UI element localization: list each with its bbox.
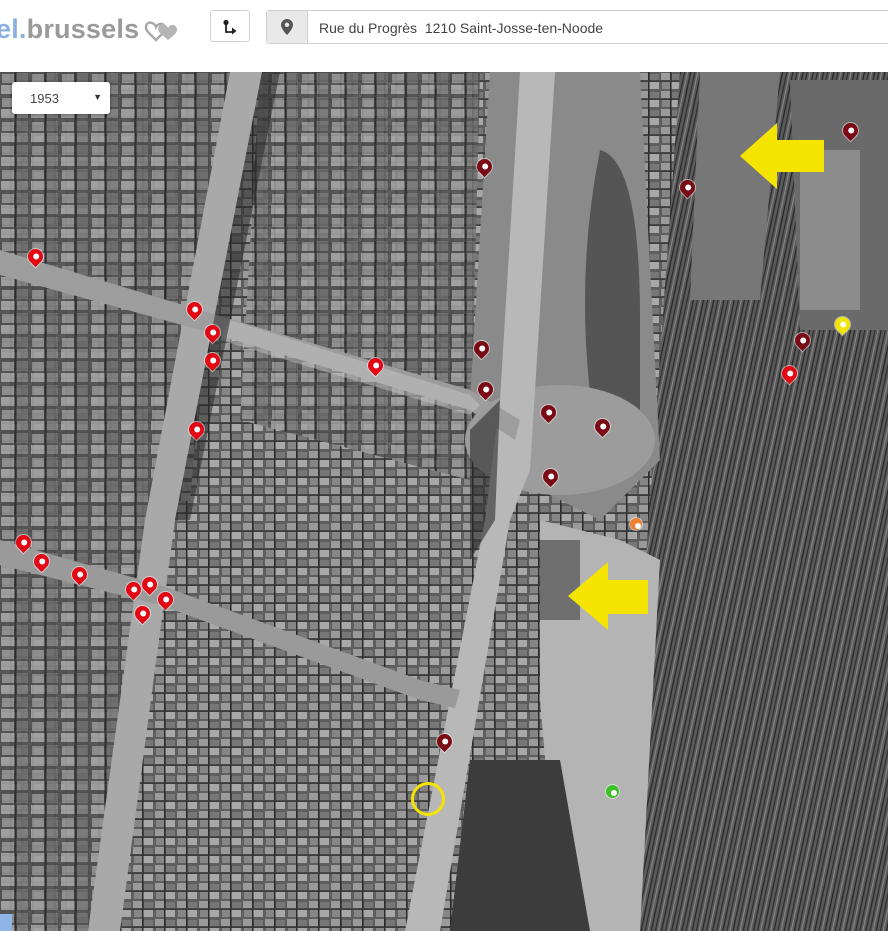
map-marker-orange[interactable] xyxy=(630,518,642,530)
map-marker-green[interactable] xyxy=(606,785,619,798)
logo-name: brussels xyxy=(26,14,140,44)
locate-button[interactable] xyxy=(267,11,308,43)
route-button[interactable] xyxy=(210,10,250,42)
caret-down-icon: ▼ xyxy=(93,92,102,102)
arrow-left-icon xyxy=(568,562,648,630)
arrow-left-icon xyxy=(740,123,824,189)
heart-logo-icon xyxy=(144,21,177,42)
map-pin-icon xyxy=(281,19,293,35)
map-control-square[interactable] xyxy=(0,914,12,931)
address-search xyxy=(266,10,888,44)
year-select[interactable]: 1953 ▼ xyxy=(12,82,110,114)
logo-prefix: el xyxy=(0,14,19,44)
route-icon xyxy=(223,19,237,35)
location-highlight-circle xyxy=(411,782,445,816)
site-logo[interactable]: el.brussels xyxy=(0,14,139,45)
year-value: 1953 xyxy=(30,91,59,106)
top-bar: el.brussels xyxy=(0,0,888,72)
logo-dot: . xyxy=(18,14,27,44)
address-input[interactable] xyxy=(317,15,881,41)
